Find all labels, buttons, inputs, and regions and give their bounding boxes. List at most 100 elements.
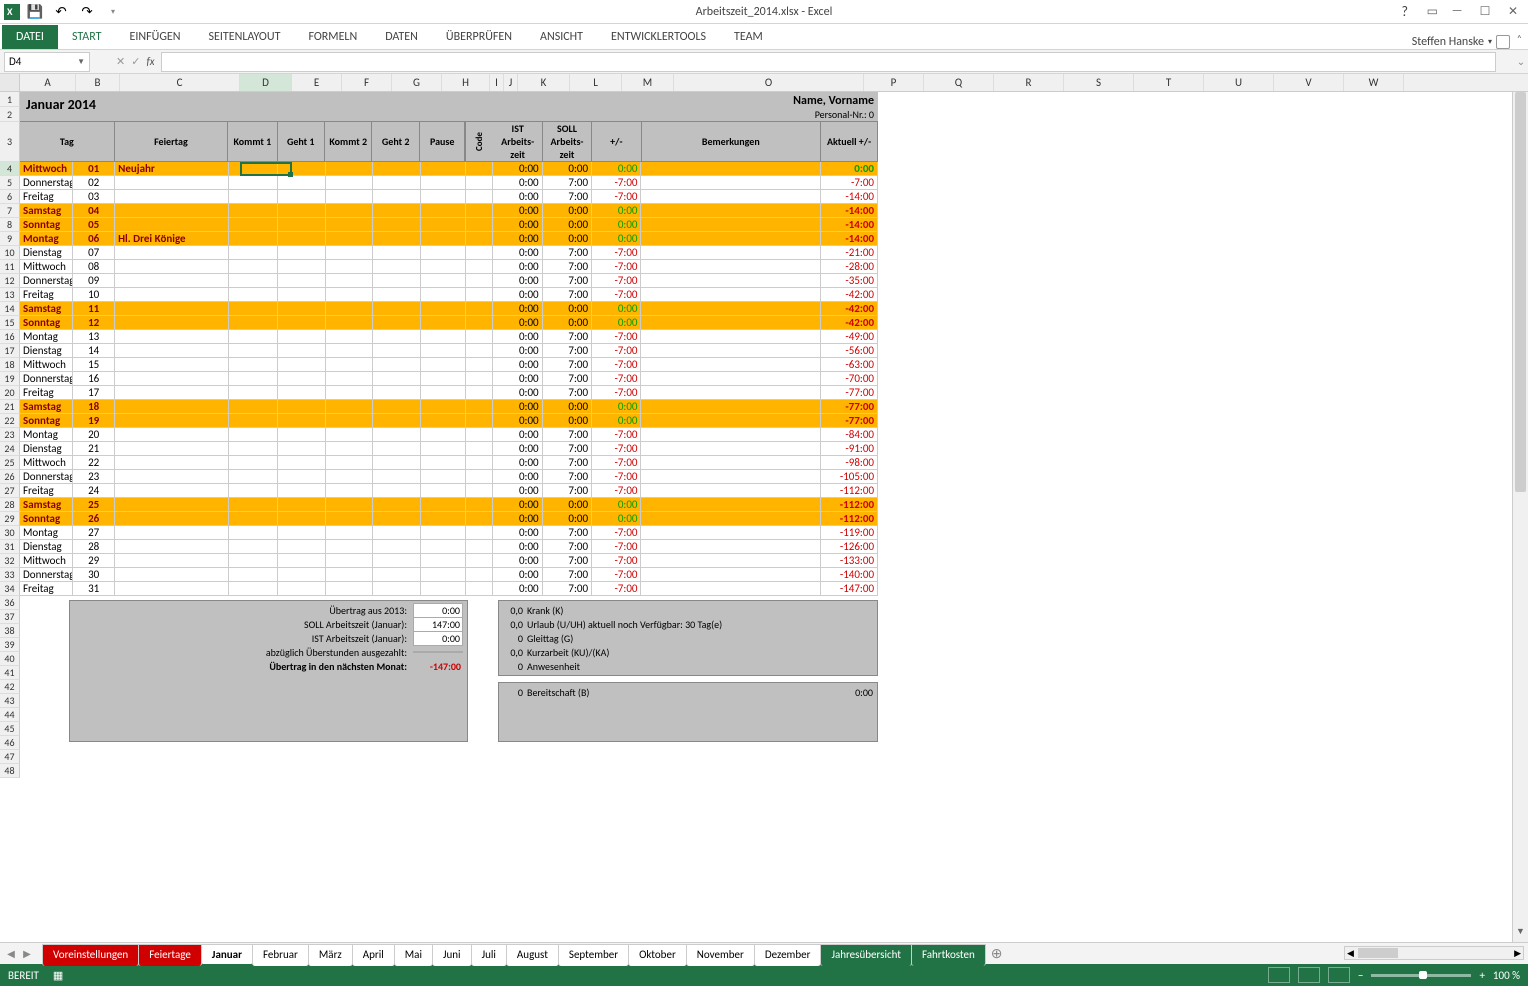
cell[interactable] <box>421 344 467 358</box>
table-row[interactable]: Donnerstag090:007:00-7:00-35:00 <box>20 274 878 288</box>
cell[interactable]: Sonntag <box>20 414 73 428</box>
cell[interactable] <box>115 400 229 414</box>
cell[interactable]: 7:00 <box>543 176 592 190</box>
cell[interactable] <box>373 568 421 582</box>
sheet-tab-august[interactable]: August <box>506 944 559 966</box>
cell[interactable]: -140:00 <box>821 568 878 582</box>
cell[interactable] <box>641 330 821 344</box>
cell[interactable] <box>115 470 229 484</box>
cell[interactable] <box>421 232 467 246</box>
redo-button[interactable]: ↷ <box>76 2 98 22</box>
cell[interactable]: -105:00 <box>821 470 878 484</box>
cell[interactable] <box>373 526 421 540</box>
table-row[interactable]: Samstag180:000:000:00-77:00 <box>20 400 878 414</box>
sheet-tab-jahresübersicht[interactable]: Jahresübersicht <box>820 944 912 966</box>
cell[interactable]: Samstag <box>20 400 73 414</box>
cell[interactable]: 7:00 <box>543 246 592 260</box>
cell[interactable] <box>373 316 421 330</box>
sheet-tab-dezember[interactable]: Dezember <box>754 944 822 966</box>
cell[interactable]: 0:00 <box>592 204 641 218</box>
cell[interactable] <box>229 204 278 218</box>
cell[interactable]: 12 <box>73 316 115 330</box>
minimize-button[interactable]: — <box>1444 4 1470 19</box>
cell[interactable]: 0:00 <box>592 400 641 414</box>
cell[interactable]: 0:00 <box>543 232 592 246</box>
cell[interactable] <box>115 260 229 274</box>
cell[interactable] <box>115 190 229 204</box>
cell[interactable]: -14:00 <box>821 204 878 218</box>
cell[interactable] <box>115 372 229 386</box>
cell[interactable] <box>326 246 374 260</box>
cell[interactable]: 24 <box>73 484 115 498</box>
row-header-38[interactable]: 38 <box>0 624 20 638</box>
table-row[interactable]: Mittwoch080:007:00-7:00-28:00 <box>20 260 878 274</box>
cell[interactable] <box>421 428 467 442</box>
cell[interactable]: 0:00 <box>493 428 542 442</box>
cell[interactable] <box>115 498 229 512</box>
cell[interactable]: -147:00 <box>821 582 878 596</box>
cell[interactable]: 0:00 <box>493 484 542 498</box>
cell[interactable] <box>641 218 821 232</box>
cell[interactable] <box>278 540 326 554</box>
cell[interactable] <box>641 400 821 414</box>
cell[interactable] <box>278 568 326 582</box>
cell[interactable]: 7:00 <box>543 456 592 470</box>
sheet-tab-januar[interactable]: Januar <box>201 944 253 966</box>
cell[interactable]: 09 <box>73 274 115 288</box>
cell[interactable]: 08 <box>73 260 115 274</box>
cell[interactable]: 26 <box>73 512 115 526</box>
col-header-P[interactable]: P <box>864 74 924 91</box>
cell[interactable] <box>229 190 278 204</box>
cell[interactable] <box>466 190 493 204</box>
cell[interactable] <box>326 582 374 596</box>
cell[interactable]: 7:00 <box>543 582 592 596</box>
cell[interactable] <box>115 428 229 442</box>
cell[interactable] <box>466 162 493 176</box>
cell[interactable]: Donnerstag <box>20 274 73 288</box>
cell[interactable]: 05 <box>73 218 115 232</box>
cell[interactable] <box>373 218 421 232</box>
col-header-S[interactable]: S <box>1064 74 1134 91</box>
cell[interactable] <box>641 316 821 330</box>
cell[interactable] <box>421 456 467 470</box>
cell[interactable]: Mittwoch <box>20 162 73 176</box>
cancel-formula-icon[interactable]: ✕ <box>116 55 125 68</box>
row-header-14[interactable]: 14 <box>0 302 20 316</box>
cell[interactable]: 04 <box>73 204 115 218</box>
cell[interactable] <box>115 176 229 190</box>
cell[interactable] <box>278 456 326 470</box>
cell[interactable]: 0:00 <box>543 316 592 330</box>
cell[interactable] <box>373 498 421 512</box>
cell[interactable]: 31 <box>73 582 115 596</box>
horizontal-scrollbar[interactable]: ◀ ▶ <box>1344 946 1524 960</box>
cell[interactable] <box>278 400 326 414</box>
cell[interactable]: -84:00 <box>821 428 878 442</box>
cell[interactable] <box>421 498 467 512</box>
cell[interactable] <box>229 582 278 596</box>
cell[interactable]: 7:00 <box>543 372 592 386</box>
cell[interactable] <box>278 316 326 330</box>
cell[interactable]: Dienstag <box>20 442 73 456</box>
cell[interactable] <box>326 428 374 442</box>
cell[interactable] <box>466 344 493 358</box>
cell[interactable]: 7:00 <box>543 274 592 288</box>
cell[interactable] <box>229 246 278 260</box>
col-header-B[interactable]: B <box>76 74 120 91</box>
col-header-E[interactable]: E <box>292 74 342 91</box>
cell[interactable] <box>326 400 374 414</box>
sheet-tab-feiertage[interactable]: Feiertage <box>138 944 202 966</box>
cell[interactable]: -49:00 <box>821 330 878 344</box>
hscroll-left[interactable]: ◀ <box>1345 948 1356 959</box>
table-row[interactable]: Mittwoch150:007:00-7:00-63:00 <box>20 358 878 372</box>
cell[interactable] <box>466 288 493 302</box>
table-row[interactable]: Mittwoch01Neujahr0:000:000:000:00 <box>20 162 878 176</box>
cell[interactable] <box>115 386 229 400</box>
cell[interactable] <box>115 316 229 330</box>
cell[interactable] <box>326 568 374 582</box>
cell[interactable] <box>466 470 493 484</box>
cell[interactable]: 0:00 <box>493 330 542 344</box>
help-icon[interactable]: ? <box>1402 3 1409 20</box>
cell[interactable] <box>278 204 326 218</box>
cell[interactable] <box>229 554 278 568</box>
row-header-33[interactable]: 33 <box>0 568 20 582</box>
